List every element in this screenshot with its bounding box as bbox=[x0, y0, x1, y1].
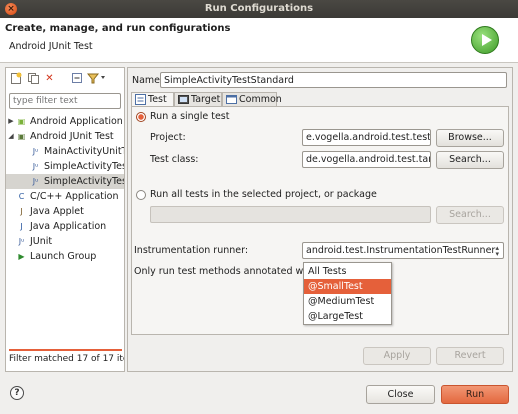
tree-item[interactable]: ▶ Launch Group bbox=[6, 249, 124, 264]
instrumentation-runner-value: android.test.InstrumentationTestRunner bbox=[306, 245, 496, 256]
tree-item[interactable]: J Java Application bbox=[6, 219, 124, 234]
tree-expand-icon[interactable]: ▶ bbox=[7, 114, 15, 129]
tree-item-label: MainActivityUnitTes bbox=[44, 146, 124, 157]
instrumentation-runner-label: Instrumentation runner: bbox=[134, 245, 249, 256]
project-label: Project: bbox=[150, 132, 186, 143]
search-class-button[interactable]: Search... bbox=[436, 151, 504, 169]
tree-item[interactable]: ▶ ▣ Android Application bbox=[6, 114, 124, 129]
new-launch-config-icon[interactable] bbox=[9, 72, 22, 85]
annotation-option-smalltest[interactable]: @SmallTest bbox=[304, 279, 391, 294]
test-tab-icon bbox=[135, 94, 146, 105]
tab-test-label: Test bbox=[148, 94, 167, 105]
filter-input[interactable] bbox=[9, 93, 121, 109]
tree-item-label: Android JUnit Test bbox=[30, 131, 114, 142]
run-button[interactable]: Run bbox=[441, 385, 509, 404]
tree-item-label: Java Application bbox=[30, 221, 107, 232]
tree-item[interactable]: C C/C++ Application bbox=[6, 189, 124, 204]
android-app-icon: ▣ bbox=[17, 117, 26, 126]
tab-common-label: Common bbox=[239, 94, 282, 105]
c-app-icon: C bbox=[18, 192, 25, 201]
annotation-option-largetest[interactable]: @LargeTest bbox=[304, 309, 391, 324]
name-label: Name: bbox=[132, 75, 164, 86]
run-play-icon bbox=[471, 26, 499, 54]
tab-target-label: Target bbox=[191, 94, 221, 105]
duplicate-icon[interactable] bbox=[26, 72, 39, 85]
annotation-option-mediumtest[interactable]: @MediumTest bbox=[304, 294, 391, 309]
annotation-filter-label: Only run test methods annotated with: bbox=[134, 266, 319, 277]
filter-status: Filter matched 17 of 17 ite bbox=[9, 354, 124, 364]
tree-item[interactable]: Jᵘ JUnit bbox=[6, 234, 124, 249]
target-tab-icon bbox=[178, 94, 189, 105]
instrumentation-runner-combo[interactable]: android.test.InstrumentationTestRunner ▴… bbox=[302, 242, 504, 259]
tree-item[interactable]: Jᵘ SimpleActivityTestS bbox=[6, 174, 124, 189]
filter-status-divider bbox=[9, 349, 122, 351]
tree-item[interactable]: Jᵘ SimpleActivityTest bbox=[6, 159, 124, 174]
junit-config-icon: Jᵘ bbox=[32, 162, 39, 171]
tree-item[interactable]: ◢ ▣ Android JUnit Test bbox=[6, 129, 124, 144]
java-app-icon: J bbox=[20, 222, 23, 231]
tab-common[interactable]: Common bbox=[222, 92, 282, 106]
launch-group-icon: ▶ bbox=[18, 252, 25, 261]
run-single-test-radio[interactable] bbox=[136, 112, 146, 122]
revert-button[interactable]: Revert bbox=[436, 347, 504, 365]
tree-item-label: Android Application bbox=[30, 116, 123, 127]
project-field[interactable]: e.vogella.android.test.tester bbox=[302, 129, 431, 146]
title-bar: Run Configurations × bbox=[0, 0, 518, 18]
tab-test[interactable]: Test bbox=[131, 92, 174, 107]
launch-config-tree-panel: ✕ ▶▣Android Application◢▣Android JUnit T… bbox=[5, 67, 125, 372]
test-class-label: Test class: bbox=[150, 154, 199, 165]
tree-item[interactable]: J Java Applet bbox=[6, 204, 124, 219]
filter-icon[interactable] bbox=[86, 72, 107, 85]
delete-icon[interactable]: ✕ bbox=[43, 72, 56, 85]
config-name-input[interactable] bbox=[160, 72, 507, 88]
search-package-button: Search... bbox=[436, 206, 504, 224]
package-field bbox=[150, 206, 431, 223]
run-single-test-label: Run a single test bbox=[150, 111, 230, 122]
tree-item-label: Launch Group bbox=[30, 251, 97, 262]
window-close-button[interactable]: × bbox=[5, 3, 17, 15]
window-title: Run Configurations bbox=[204, 3, 314, 14]
run-all-tests-radio[interactable] bbox=[136, 190, 146, 200]
annotation-dropdown-list: All Tests @SmallTest @MediumTest @LargeT… bbox=[303, 262, 392, 325]
dialog-header: Create, manage, and run configurations A… bbox=[0, 18, 518, 63]
tree-item-label: SimpleActivityTestS bbox=[44, 176, 124, 187]
junit-config-icon: Jᵘ bbox=[32, 177, 39, 186]
browse-button[interactable]: Browse... bbox=[436, 129, 504, 147]
apply-button[interactable]: Apply bbox=[363, 347, 431, 365]
help-icon[interactable]: ? bbox=[10, 386, 24, 400]
header-subtitle: Android JUnit Test bbox=[9, 41, 93, 52]
tree-collapse-icon[interactable]: ◢ bbox=[7, 129, 15, 144]
android-junit-icon: ▣ bbox=[17, 132, 26, 141]
combo-updown-icon: ▴ ▾ bbox=[495, 244, 499, 258]
tree-item-label: Java Applet bbox=[30, 206, 84, 217]
test-class-field[interactable]: de.vogella.android.test.targe bbox=[302, 151, 431, 168]
tab-target[interactable]: Target bbox=[174, 92, 222, 106]
annotation-option-all-tests[interactable]: All Tests bbox=[304, 264, 391, 279]
java-applet-icon: J bbox=[20, 207, 23, 216]
header-title: Create, manage, and run configurations bbox=[5, 23, 231, 34]
collapse-all-icon[interactable] bbox=[70, 72, 83, 85]
close-button[interactable]: Close bbox=[366, 385, 435, 404]
tree-item-label: SimpleActivityTest bbox=[44, 161, 124, 172]
common-tab-icon bbox=[226, 94, 237, 105]
tree-item-label: JUnit bbox=[30, 236, 53, 247]
junit-icon: Jᵘ bbox=[18, 237, 25, 246]
run-all-tests-label: Run all tests in the selected project, o… bbox=[150, 189, 377, 200]
tree-item-label: C/C++ Application bbox=[30, 191, 119, 202]
junit-config-icon: Jᵘ bbox=[32, 147, 39, 156]
tree-item[interactable]: Jᵘ MainActivityUnitTes bbox=[6, 144, 124, 159]
